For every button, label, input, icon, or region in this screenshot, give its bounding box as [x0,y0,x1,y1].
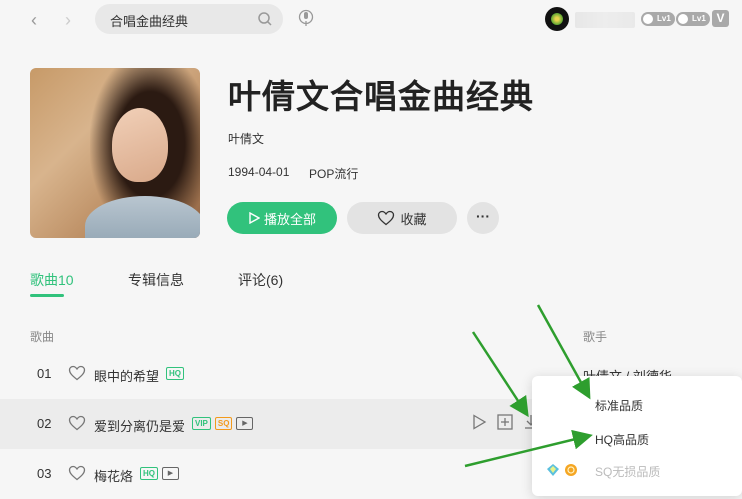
voice-search-icon[interactable] [298,9,314,27]
hq-badge: HQ [140,467,158,480]
heart-icon [378,210,395,226]
level-badge-2: Lv1 [676,12,710,26]
username-redacted[interactable] [575,12,635,28]
search-input[interactable]: 合唱金曲经典 [110,11,188,30]
download-quality-menu: 标准品质 HQ高品质 SQ无损品质 [532,376,742,496]
more-button[interactable]: ··· [467,202,499,234]
heart-icon[interactable] [68,365,86,381]
tab-active-indicator [30,294,64,297]
gold-coin-icon [565,464,577,476]
track-number: 02 [37,416,52,431]
track-number: 01 [37,366,52,381]
quality-option-sq: SQ无损品质 [595,465,661,479]
play-all-button[interactable]: 播放全部 [227,202,337,234]
avatar[interactable] [545,7,569,31]
album-artist[interactable]: 叶倩文 [228,130,264,147]
vip-badge: VIP [192,417,211,430]
song-title[interactable]: 爱到分离仍是爱 [94,416,185,435]
song-title[interactable]: 梅花烙 [94,466,133,485]
tab-album-info[interactable]: 专辑信息 [128,270,184,290]
quality-option-hq[interactable]: HQ高品质 [595,431,649,448]
tab-songs[interactable]: 歌曲10 [30,270,74,290]
forward-button[interactable]: › [58,10,78,30]
release-date: 1994-04-01 [228,165,290,179]
sq-badge: SQ [214,417,233,430]
vip-icon[interactable]: V [712,10,729,27]
album-title: 叶倩文合唱金曲经典 [228,78,534,115]
play-icon[interactable] [470,413,488,431]
album-genre: POP流行 [309,167,359,181]
column-header-singer: 歌手 [583,330,608,344]
diamond-icon [547,464,559,476]
heart-icon[interactable] [68,415,86,431]
favorite-button[interactable]: 收藏 [347,202,457,234]
level-badge-1: Lv1 [641,12,675,26]
add-to-playlist-icon[interactable] [496,413,514,431]
mv-icon[interactable]: ▶ [236,417,254,430]
heart-icon[interactable] [68,465,86,481]
tab-comments[interactable]: 评论(6) [238,270,283,290]
column-header-song: 歌曲 [30,330,55,344]
mv-icon[interactable]: ▶ [162,467,179,480]
play-icon [249,212,260,224]
search-icon[interactable] [257,11,273,27]
play-all-label: 播放全部 [263,211,316,227]
album-cover [30,68,200,238]
quality-option-standard[interactable]: 标准品质 [595,397,643,414]
favorite-label: 收藏 [400,211,427,227]
back-button[interactable]: ‹ [24,10,44,30]
hq-badge: HQ [166,367,184,380]
song-title[interactable]: 眼中的希望 [94,366,159,385]
track-number: 03 [37,466,52,481]
search-box[interactable]: 合唱金曲经典 [95,4,283,34]
